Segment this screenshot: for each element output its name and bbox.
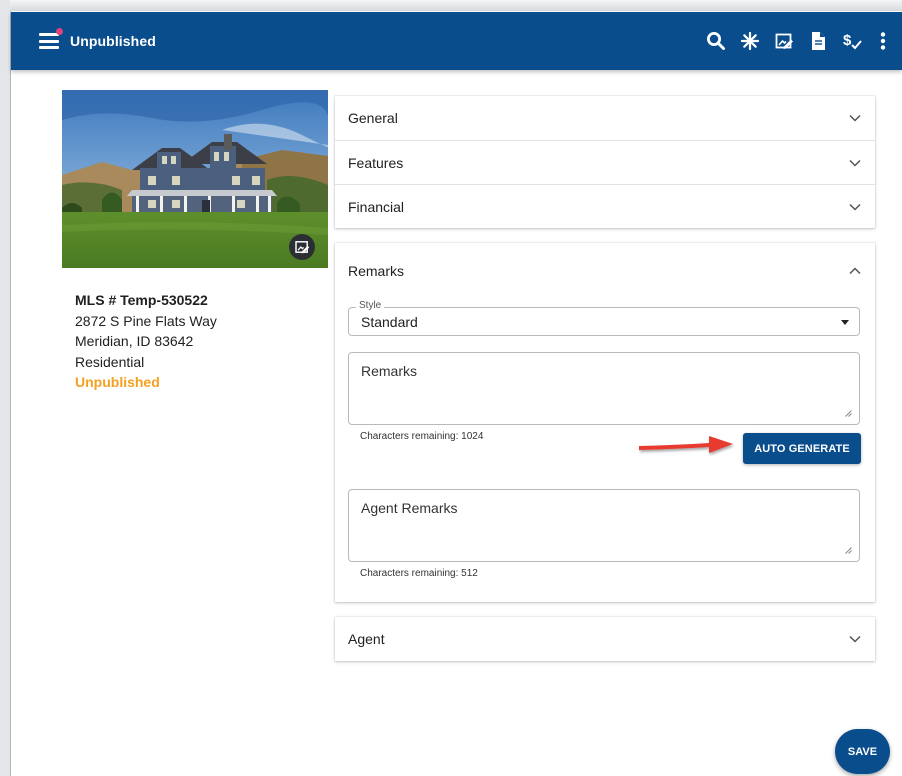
resize-handle-icon[interactable] xyxy=(845,547,852,554)
window-frame-edge xyxy=(10,0,11,776)
section-agent-label: Agent xyxy=(348,631,385,647)
listing-photo[interactable] xyxy=(62,90,328,268)
app-title: Unpublished xyxy=(70,33,156,49)
menu-button[interactable] xyxy=(39,28,63,49)
svg-text:$: $ xyxy=(843,32,852,49)
section-features-label: Features xyxy=(348,154,404,171)
section-financial-label: Financial xyxy=(348,198,405,215)
dropdown-arrow-icon xyxy=(841,320,849,325)
section-features[interactable]: Features xyxy=(335,140,875,184)
agent-remarks-placeholder: Agent Remarks xyxy=(361,500,458,516)
accordion-group-agent: Agent xyxy=(335,617,875,661)
red-arrow-annotation xyxy=(639,436,733,453)
chevron-down-icon xyxy=(849,114,861,122)
listing-status: Unpublished xyxy=(75,374,160,390)
search-icon xyxy=(706,32,725,50)
search-button[interactable] xyxy=(704,30,727,53)
style-value: Standard xyxy=(361,314,418,330)
section-financial[interactable]: Financial xyxy=(335,184,875,228)
chevron-up-icon xyxy=(849,267,861,275)
section-agent[interactable]: Agent xyxy=(335,617,875,661)
style-label: Style xyxy=(356,299,385,313)
edit-photo-button[interactable] xyxy=(772,30,795,53)
agent-remarks-textarea[interactable]: Agent Remarks xyxy=(348,489,860,562)
edit-photo-overlay-button[interactable] xyxy=(289,234,315,260)
chevron-down-icon xyxy=(849,159,861,167)
chevron-down-icon xyxy=(849,203,861,211)
more-vert-icon xyxy=(880,32,886,50)
mls-number: MLS # Temp-530522 xyxy=(75,292,208,308)
edit-photo-icon xyxy=(775,33,793,49)
document-button[interactable] xyxy=(806,30,829,53)
remarks-char-count: Characters remaining: 1024 xyxy=(360,431,484,442)
pricing-button[interactable]: $ xyxy=(840,30,863,53)
section-general-label: General xyxy=(348,110,398,126)
chevron-down-icon xyxy=(849,635,861,643)
property-type: Residential xyxy=(75,353,145,370)
asterisk-icon xyxy=(740,31,759,51)
toolbar-actions: $ xyxy=(693,12,889,70)
section-general[interactable]: General xyxy=(335,96,875,140)
save-button[interactable]: SAVE xyxy=(835,729,890,774)
remarks-textarea[interactable]: Remarks xyxy=(348,352,860,425)
remarks-placeholder: Remarks xyxy=(361,363,418,379)
house-photo xyxy=(62,90,328,268)
style-select[interactable]: Style Standard xyxy=(348,299,860,336)
street-address: 2872 S Pine Flats Way xyxy=(75,312,217,329)
menu-icon-bar xyxy=(39,39,59,43)
listing-summary: MLS # Temp-530522 2872 S Pine Flats Way … xyxy=(75,290,217,393)
section-remarks-label: Remarks xyxy=(348,263,405,279)
edit-photo-icon xyxy=(295,241,310,254)
city-state-zip: Meridian, ID 83642 xyxy=(75,333,194,349)
accordion-group-top: General Features Financial xyxy=(335,96,875,228)
more-button[interactable] xyxy=(877,30,889,53)
window-frame-left xyxy=(0,0,10,776)
auto-generate-button[interactable]: AUTO GENERATE xyxy=(743,433,861,464)
agent-remarks-char-count: Characters remaining: 512 xyxy=(360,568,478,579)
app-bar: Unpublished $ xyxy=(11,12,902,70)
notification-dot xyxy=(56,28,63,35)
window-frame-top xyxy=(10,0,902,11)
menu-icon-bar xyxy=(39,46,59,49)
section-remarks[interactable]: Remarks xyxy=(335,243,875,299)
document-icon xyxy=(811,32,825,50)
dollar-check-icon: $ xyxy=(843,32,862,50)
asterisk-button[interactable] xyxy=(738,30,761,53)
resize-handle-icon[interactable] xyxy=(845,410,852,417)
section-remarks-panel: Remarks Style Standard Remarks Character… xyxy=(335,243,875,602)
